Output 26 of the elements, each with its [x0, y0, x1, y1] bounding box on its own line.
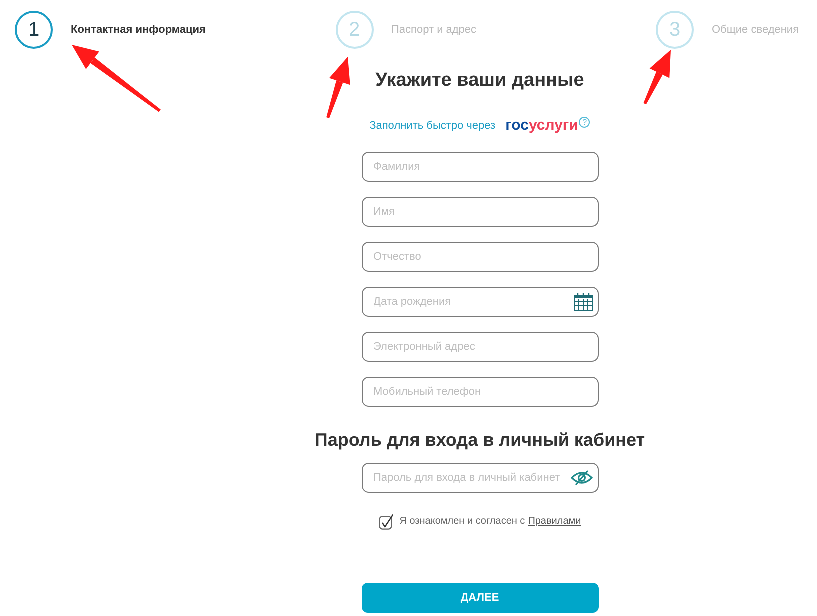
input-field[interactable]: Электронный адрес — [362, 332, 598, 362]
calendar-icon[interactable] — [574, 293, 592, 311]
password-title: Пароль для входа в личный кабинет — [314, 429, 646, 452]
step-label: Контактная информация — [71, 24, 206, 36]
step-label: Паспорт и адрес — [392, 24, 477, 36]
password-field[interactable]: Пароль для входа в личный кабинет — [362, 463, 598, 493]
input-field[interactable]: Фамилия — [362, 152, 598, 182]
consent-text: Я ознакомлен и согласен с — [400, 516, 526, 527]
gosuslugi-logo[interactable]: госуслуги — [506, 117, 578, 135]
quick-fill-link[interactable]: Заполнить быстро через — [370, 120, 496, 132]
step-label: Общие сведения — [712, 24, 800, 36]
input-field[interactable]: Имя — [362, 197, 598, 227]
annotation-arrow — [644, 50, 671, 105]
help-button[interactable]: ? — [579, 117, 590, 128]
hidden-eye-icon[interactable] — [570, 470, 592, 486]
form-title: Укажите ваши данные — [376, 69, 584, 93]
step-number: 1 — [15, 11, 53, 49]
next-button[interactable]: ДАЛЕЕ — [362, 583, 598, 613]
input-field[interactable]: Отчество — [362, 242, 598, 272]
step-number: 2 — [336, 11, 374, 49]
rules-link[interactable]: Правилами — [528, 516, 582, 527]
date-field[interactable]: Дата рождения — [362, 287, 598, 317]
step-number: 3 — [656, 11, 694, 49]
input-field[interactable]: Мобильный телефон — [362, 377, 598, 407]
annotation-arrow — [326, 57, 350, 118]
checkbox[interactable] — [378, 514, 394, 530]
